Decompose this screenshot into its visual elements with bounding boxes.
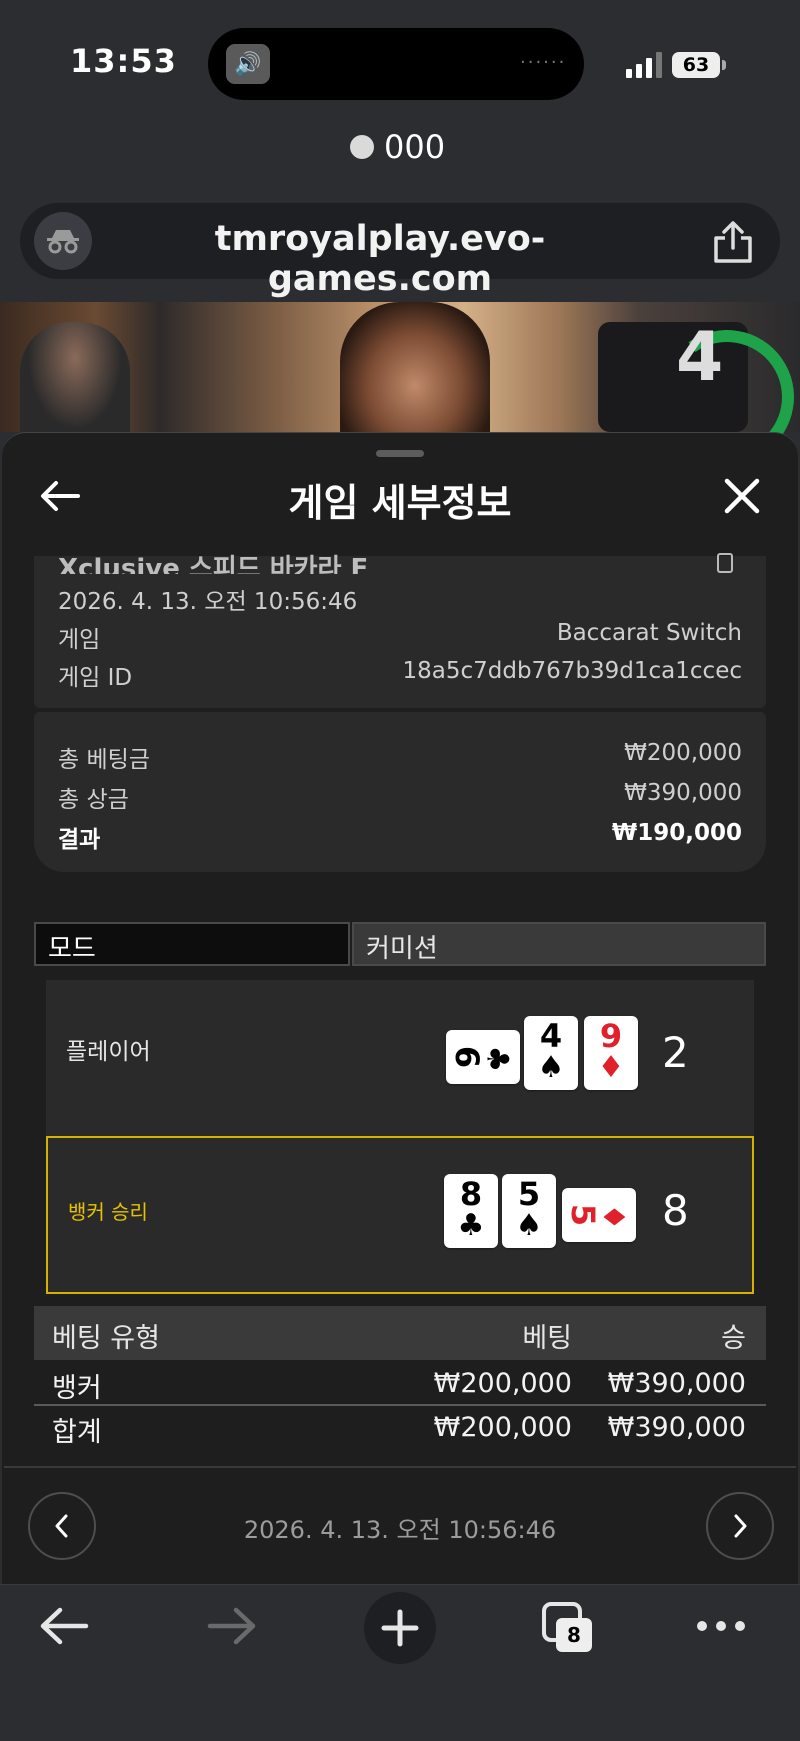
- new-tab-button[interactable]: [364, 1592, 436, 1664]
- player-card-1: 6♣: [446, 1030, 520, 1084]
- panel-divider: [4, 1466, 796, 1468]
- info-value-game-id: 18a5c7ddb767b39d1ca1ccec: [402, 658, 742, 684]
- table-row-divider: [34, 1404, 766, 1406]
- diamond-icon: ♦: [597, 1050, 625, 1085]
- bet-row-win: ₩390,000: [607, 1368, 746, 1399]
- sheet-drag-handle[interactable]: [376, 450, 424, 457]
- info-label-game: 게임: [58, 627, 101, 653]
- incognito-glyph-icon: [47, 230, 79, 254]
- next-round-button[interactable]: [706, 1492, 774, 1560]
- incognito-icon[interactable]: [34, 212, 92, 270]
- bet-row-bet: ₩200,000: [433, 1368, 572, 1399]
- previous-round-button[interactable]: [28, 1492, 96, 1560]
- diamond-icon: ♦: [595, 1203, 631, 1231]
- player-card-3: 9 ♦: [584, 1016, 638, 1090]
- video-dealer: [340, 302, 490, 432]
- browser-back-icon[interactable]: [38, 1604, 90, 1648]
- screen-recorder-indicator: 000: [350, 128, 445, 166]
- player-score: 2: [662, 1028, 689, 1077]
- record-dot-icon: [350, 135, 374, 159]
- total-bet-value: ₩200,000: [624, 740, 742, 766]
- header-bet: 베팅: [522, 1323, 572, 1354]
- info-value-game: Baccarat Switch: [556, 620, 742, 646]
- banker-card-1: 8 ♣: [444, 1174, 498, 1248]
- club-icon: ♣: [479, 1045, 515, 1073]
- back-arrow-icon[interactable]: [38, 476, 82, 516]
- plus-icon: [381, 1609, 419, 1647]
- banker-score: 8: [662, 1186, 689, 1235]
- total-row-bet: ₩200,000: [433, 1412, 572, 1443]
- header-bet-type: 베팅 유형: [52, 1323, 160, 1354]
- mode-cell: 모드: [34, 922, 350, 966]
- total-bet-label: 총 베팅금: [58, 747, 150, 773]
- recorder-label: 000: [384, 128, 446, 166]
- video-background-dealer: [20, 322, 130, 432]
- browser-forward-icon[interactable]: [206, 1604, 258, 1648]
- banker-card-2: 5 ♠: [502, 1174, 556, 1248]
- club-icon: ♣: [457, 1208, 485, 1243]
- player-card-2: 4 ♠: [524, 1016, 578, 1090]
- card-rank: 4: [539, 1017, 563, 1055]
- total-payout-value: ₩390,000: [624, 780, 742, 806]
- copy-icon[interactable]: [716, 550, 736, 574]
- round-datetime: 2026. 4. 13. 오전 10:56:46: [243, 1516, 557, 1544]
- spade-icon: ♠: [515, 1208, 543, 1243]
- card-rank: 9: [599, 1017, 623, 1055]
- activity-dots: ······: [520, 52, 567, 73]
- close-icon[interactable]: [722, 476, 762, 516]
- bet-row-type: 뱅커: [52, 1373, 102, 1404]
- result-label: 결과: [58, 827, 101, 853]
- betting-countdown: 4: [676, 318, 724, 397]
- game-datetime: 2026. 4. 13. 오전 10:56:46: [58, 589, 358, 615]
- signal-icon: [626, 52, 662, 78]
- player-label: 플레이어: [66, 1039, 151, 1065]
- game-title: Xclusive 스피드 바카라 F: [58, 554, 369, 574]
- total-row-label: 합계: [52, 1417, 102, 1448]
- spade-icon: ♠: [537, 1050, 565, 1085]
- total-payout-label: 총 상금: [58, 787, 129, 813]
- info-label-game-id: 게임 ID: [58, 665, 133, 691]
- chevron-right-icon: [734, 1514, 747, 1538]
- banker-card-3: 5♦: [562, 1188, 636, 1242]
- card-rank: 8: [459, 1175, 483, 1213]
- more-options-icon[interactable]: [696, 1616, 746, 1636]
- banker-hand-winner: [46, 1136, 754, 1294]
- header-win: 승: [721, 1323, 746, 1354]
- panel-title: 게임 세부정보: [288, 481, 512, 525]
- tab-count-badge[interactable]: 8: [556, 1618, 592, 1652]
- speaker-icon: 🔊: [226, 44, 270, 84]
- share-icon[interactable]: [708, 220, 758, 264]
- card-rank: 5: [517, 1175, 541, 1213]
- chevron-left-icon: [55, 1514, 68, 1538]
- commission-cell: 커미션: [352, 922, 766, 966]
- url-text[interactable]: tmroyalplay.evo-games.com: [110, 219, 650, 299]
- banker-win-label: 뱅커 승리: [68, 1200, 148, 1224]
- player-hand: [46, 980, 754, 1136]
- total-row-win: ₩390,000: [607, 1412, 746, 1443]
- clock: 13:53: [70, 42, 177, 80]
- battery-tip: [722, 60, 726, 70]
- result-value: ₩190,000: [611, 820, 742, 846]
- battery-indicator: 63: [672, 52, 720, 78]
